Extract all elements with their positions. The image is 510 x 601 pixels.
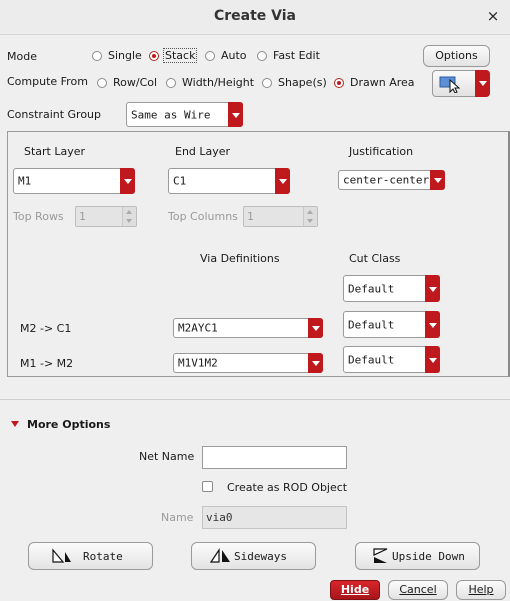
via-definition-select[interactable]: M2AYC1 bbox=[173, 318, 323, 338]
upside-down-icon bbox=[372, 547, 390, 568]
compute-rowcol-label: Row/Col bbox=[113, 76, 158, 89]
name-label: Name bbox=[161, 511, 194, 524]
sideways-icon bbox=[209, 548, 232, 567]
constraint-group-label: Constraint Group bbox=[7, 108, 102, 121]
net-name-field[interactable] bbox=[202, 446, 347, 469]
chevron-down-icon bbox=[308, 318, 323, 338]
chevron-down-icon bbox=[425, 275, 440, 302]
via-definitions-header: Via Definitions bbox=[200, 252, 280, 265]
constraint-group-value: Same as Wire bbox=[131, 108, 211, 121]
help-button[interactable]: Help bbox=[456, 580, 506, 600]
rotate-icon bbox=[51, 548, 73, 567]
mode-label: Mode bbox=[7, 50, 37, 63]
end-layer-select[interactable]: C1 bbox=[168, 168, 290, 194]
start-layer-value: M1 bbox=[18, 174, 32, 188]
top-columns-spinbox[interactable]: 1 bbox=[243, 206, 318, 227]
section-divider bbox=[0, 399, 510, 400]
cut-class-value: Default bbox=[348, 318, 395, 331]
cut-class-select[interactable]: Default bbox=[343, 311, 440, 338]
chevron-down-icon[interactable] bbox=[475, 70, 490, 97]
via-row-layers-label: M1 -> M2 bbox=[20, 357, 74, 370]
more-options-toggle[interactable]: More Options bbox=[27, 418, 110, 431]
top-columns-label: Top Columns bbox=[168, 210, 238, 223]
cut-class-value: Default bbox=[348, 353, 395, 366]
chevron-down-icon bbox=[120, 168, 135, 194]
mode-stack-radio[interactable] bbox=[149, 51, 159, 61]
net-name-input[interactable] bbox=[203, 447, 346, 468]
start-layer-select[interactable]: M1 bbox=[13, 168, 135, 194]
end-layer-value: C1 bbox=[173, 174, 187, 188]
via-definition-select[interactable]: M1V1M2 bbox=[173, 353, 323, 373]
mode-auto-radio[interactable] bbox=[205, 51, 215, 61]
hide-button[interactable]: Hide bbox=[330, 580, 380, 600]
select-area-tool-button[interactable] bbox=[432, 70, 490, 97]
cut-class-select[interactable]: Default bbox=[343, 346, 440, 373]
mode-single-label: Single bbox=[108, 49, 142, 62]
compute-rowcol-radio[interactable] bbox=[97, 78, 107, 88]
top-columns-value: 1 bbox=[247, 210, 254, 223]
top-rows-value: 1 bbox=[79, 210, 86, 223]
top-rows-label: Top Rows bbox=[13, 210, 64, 223]
rotate-button[interactable]: Rotate bbox=[28, 542, 153, 570]
options-button[interactable]: Options bbox=[423, 45, 490, 67]
compute-width-height-label: Width/Height bbox=[182, 76, 255, 89]
window-title: Create Via bbox=[213, 8, 297, 24]
mode-single-radio[interactable] bbox=[92, 51, 102, 61]
close-icon[interactable]: × bbox=[484, 7, 502, 25]
rod-object-checkbox[interactable] bbox=[202, 481, 213, 492]
chevron-down-icon bbox=[430, 170, 445, 190]
justification-label: Justification bbox=[349, 145, 414, 158]
mode-auto-label: Auto bbox=[221, 49, 247, 62]
cut-class-value: Default bbox=[348, 282, 395, 295]
constraint-group-select[interactable]: Same as Wire bbox=[126, 102, 243, 127]
net-name-label: Net Name bbox=[139, 450, 195, 463]
start-layer-label: Start Layer bbox=[24, 145, 86, 158]
cancel-button[interactable]: Cancel bbox=[388, 580, 448, 600]
end-layer-label: End Layer bbox=[175, 145, 231, 158]
compute-drawn-area-label: Drawn Area bbox=[350, 76, 415, 89]
cut-class-select-top[interactable]: Default bbox=[343, 275, 440, 302]
chevron-down-icon bbox=[425, 346, 440, 373]
via-definition-value: M1V1M2 bbox=[178, 356, 218, 370]
chevron-down-icon bbox=[275, 168, 290, 194]
compute-from-label: Compute From bbox=[7, 75, 88, 88]
name-field[interactable] bbox=[202, 506, 347, 529]
chevron-down-icon bbox=[308, 353, 323, 373]
rod-object-label: Create as ROD Object bbox=[227, 481, 348, 494]
via-definition-value: M2AYC1 bbox=[178, 321, 218, 335]
name-input[interactable] bbox=[203, 507, 346, 528]
select-pointer-icon bbox=[439, 75, 463, 96]
chevron-down-icon bbox=[425, 311, 440, 338]
sideways-button[interactable]: Sideways bbox=[191, 542, 316, 570]
mode-fast-edit-label: Fast Edit bbox=[273, 49, 320, 62]
compute-drawn-area-radio[interactable] bbox=[334, 78, 344, 88]
mode-fast-edit-radio[interactable] bbox=[257, 51, 267, 61]
justification-select[interactable]: center-center bbox=[338, 170, 445, 190]
expand-triangle-icon[interactable] bbox=[11, 421, 19, 427]
top-rows-spinbox[interactable]: 1 bbox=[75, 206, 137, 227]
justification-value: center-center bbox=[343, 173, 430, 187]
compute-width-height-radio[interactable] bbox=[166, 78, 176, 88]
mode-stack-label: Stack bbox=[163, 48, 198, 63]
upside-down-button[interactable]: Upside Down bbox=[355, 542, 480, 570]
via-row-layers-label: M2 -> C1 bbox=[20, 322, 72, 335]
compute-shapes-radio[interactable] bbox=[262, 78, 272, 88]
chevron-down-icon bbox=[228, 102, 243, 127]
cut-class-header: Cut Class bbox=[349, 252, 401, 265]
compute-shapes-label: Shape(s) bbox=[278, 76, 327, 89]
